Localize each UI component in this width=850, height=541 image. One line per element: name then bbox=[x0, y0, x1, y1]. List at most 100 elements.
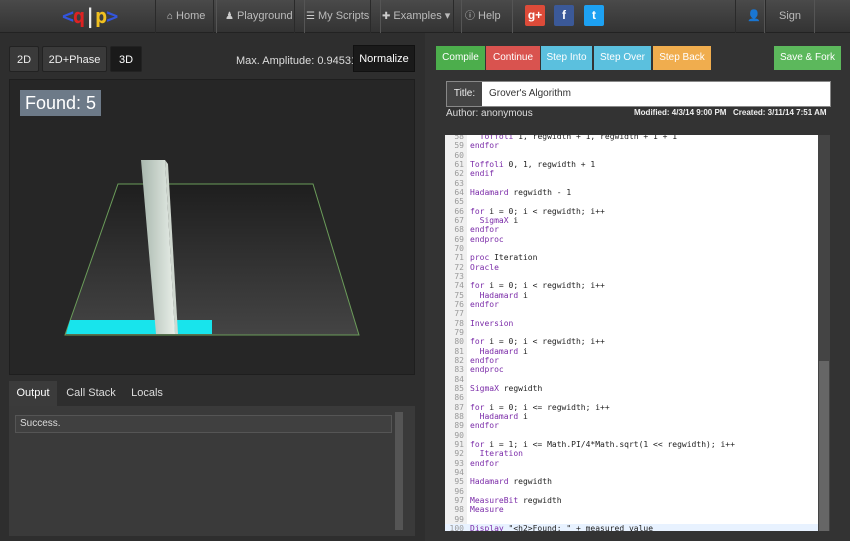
step-over-button[interactable]: Step Over bbox=[594, 46, 651, 70]
code-line[interactable]: 69 endproc bbox=[445, 235, 818, 244]
line-number: 73 bbox=[454, 271, 464, 281]
code-line[interactable]: 64 Hadamard regwidth - 1 bbox=[445, 188, 818, 197]
sign-in-link[interactable]: Sign in bbox=[765, 0, 815, 55]
code-line[interactable]: 63 bbox=[445, 179, 818, 188]
output-scrollbar[interactable] bbox=[395, 412, 403, 530]
code-line[interactable]: 61 Toffoli 0, 1, regwidth + 1 bbox=[445, 160, 818, 169]
code-text: for i = 0; i < regwidth; i++ bbox=[470, 206, 605, 216]
code-keyword: proc bbox=[470, 253, 490, 263]
code-line[interactable]: 98 Measure bbox=[445, 505, 818, 514]
step-back-button[interactable]: Step Back bbox=[653, 46, 711, 70]
code-line[interactable]: 95 Hadamard regwidth bbox=[445, 477, 818, 486]
code-line[interactable]: 90 bbox=[445, 431, 818, 440]
code-line[interactable]: 67 SigmaX i bbox=[445, 216, 818, 225]
nav-home[interactable]: ⌂ Home bbox=[155, 0, 218, 33]
line-number: 95 bbox=[454, 477, 464, 487]
code-line[interactable]: 76 endfor bbox=[445, 300, 818, 309]
code-line[interactable]: 70 bbox=[445, 244, 818, 253]
code-line[interactable]: 72 Oracle bbox=[445, 263, 818, 272]
code-line[interactable]: 66 for i = 0; i < regwidth; i++ bbox=[445, 207, 818, 216]
plus-circle-icon: ✚ bbox=[382, 11, 391, 22]
code-keyword: Iteration bbox=[479, 449, 523, 459]
nav-examples[interactable]: ✚ Examples ▾ bbox=[370, 0, 463, 33]
code-line[interactable]: 59 endfor bbox=[445, 141, 818, 150]
qcengine-logo[interactable]: <q|p> bbox=[62, 4, 118, 28]
view-2d-phase-button[interactable]: 2D+Phase bbox=[42, 46, 107, 72]
code-line[interactable]: 92 Iteration bbox=[445, 449, 818, 458]
facebook-icon[interactable]: f bbox=[554, 5, 574, 26]
nav-my-scripts-label: My Scripts bbox=[317, 10, 370, 22]
line-number: 83 bbox=[454, 365, 464, 375]
tab-output[interactable]: Output bbox=[9, 381, 57, 406]
compile-button[interactable]: Compile bbox=[436, 46, 485, 70]
code-line[interactable]: 78 Inversion bbox=[445, 319, 818, 328]
pawn-icon: ♟ bbox=[225, 11, 234, 22]
code-line[interactable]: 79 bbox=[445, 328, 818, 337]
title-input[interactable]: Grover's Algorithm bbox=[489, 82, 571, 106]
editor-scrollbar[interactable] bbox=[818, 135, 830, 531]
twitter-icon[interactable]: t bbox=[584, 5, 604, 26]
tab-call-stack[interactable]: Call Stack bbox=[61, 381, 121, 406]
nav-my-scripts[interactable]: ☰ My Scripts bbox=[294, 0, 382, 33]
code-line[interactable]: 99 bbox=[445, 515, 818, 524]
save-fork-button[interactable]: Save & Fork bbox=[774, 46, 841, 70]
code-line[interactable]: 74 for i = 0; i < regwidth; i++ bbox=[445, 281, 818, 290]
code-line[interactable]: 84 bbox=[445, 375, 818, 384]
code-line[interactable]: 89 endfor bbox=[445, 421, 818, 430]
code-line[interactable]: 94 bbox=[445, 468, 818, 477]
code-text: Hadamard i bbox=[479, 346, 528, 356]
line-number: 70 bbox=[454, 243, 464, 253]
code-line[interactable]: 65 bbox=[445, 197, 818, 206]
step-into-button[interactable]: Step Into bbox=[541, 46, 592, 70]
code-line[interactable]: 60 bbox=[445, 151, 818, 160]
code-keyword: for bbox=[470, 402, 485, 412]
code-line[interactable]: 75 Hadamard i bbox=[445, 291, 818, 300]
google-plus-icon[interactable]: g+ bbox=[525, 5, 545, 26]
code-line[interactable]: 91 for i = 1; i <= Math.PI/4*Math.sqrt(1 … bbox=[445, 440, 818, 449]
view-2d-button[interactable]: 2D bbox=[9, 46, 39, 72]
code-line[interactable]: 86 bbox=[445, 393, 818, 402]
view-3d-button[interactable]: 3D bbox=[110, 46, 142, 72]
code-line[interactable]: 73 bbox=[445, 272, 818, 281]
line-number: 98 bbox=[454, 505, 464, 515]
code-line[interactable]: 71 proc Iteration bbox=[445, 253, 818, 262]
code-text: endfor bbox=[470, 459, 499, 468]
line-number: 75 bbox=[454, 290, 464, 300]
tab-locals[interactable]: Locals bbox=[125, 381, 169, 406]
code-line[interactable]: 77 bbox=[445, 309, 818, 318]
line-number: 63 bbox=[454, 178, 464, 188]
nav-playground[interactable]: ♟ Playground bbox=[213, 0, 305, 33]
code-line[interactable]: 97 MeasureBit regwidth bbox=[445, 496, 818, 505]
normalize-button[interactable]: Normalize bbox=[353, 45, 415, 72]
code-line[interactable]: 80 for i = 0; i < regwidth; i++ bbox=[445, 337, 818, 346]
nav-help-label: Help bbox=[478, 10, 501, 22]
title-field[interactable]: Title: Grover's Algorithm bbox=[446, 81, 831, 107]
code-text: proc Iteration bbox=[470, 253, 538, 263]
3d-state-view[interactable]: Found: 5 bbox=[9, 79, 415, 375]
code-line[interactable]: 82 endfor bbox=[445, 356, 818, 365]
line-number: 69 bbox=[454, 234, 464, 244]
line-number: 64 bbox=[454, 187, 464, 197]
continue-button[interactable]: Continue bbox=[486, 46, 540, 70]
code-keyword: endif bbox=[470, 169, 495, 179]
code-keyword: MeasureBit bbox=[470, 495, 519, 505]
line-number: 74 bbox=[454, 281, 464, 291]
code-line[interactable]: 87 for i = 0; i <= regwidth; i++ bbox=[445, 403, 818, 412]
code-line[interactable]: 100 Display "<h2>Found: " + measured_valu… bbox=[445, 523, 818, 531]
line-number: 91 bbox=[454, 439, 464, 449]
code-line[interactable]: 85 SigmaX regwidth bbox=[445, 384, 818, 393]
line-number: 94 bbox=[454, 467, 464, 477]
nav-help[interactable]: ⓘ Help bbox=[453, 0, 513, 33]
code-line[interactable]: 62 endif bbox=[445, 169, 818, 178]
code-line[interactable]: 81 Hadamard i bbox=[445, 347, 818, 356]
user-icon[interactable]: 👤 bbox=[735, 0, 765, 33]
code-line[interactable]: 96 bbox=[445, 487, 818, 496]
logo-lt: < bbox=[62, 4, 74, 28]
code-line[interactable]: 88 Hadamard i bbox=[445, 412, 818, 421]
code-editor[interactable]: 58 Toffoli 1, regwidth + 1, regwidth + 1… bbox=[445, 135, 818, 531]
code-line[interactable]: 83 endproc bbox=[445, 365, 818, 374]
code-keyword: Inversion bbox=[470, 318, 514, 328]
code-line[interactable]: 93 endfor bbox=[445, 459, 818, 468]
code-line[interactable]: 68 endfor bbox=[445, 225, 818, 234]
editor-scroll-thumb[interactable] bbox=[819, 361, 829, 531]
